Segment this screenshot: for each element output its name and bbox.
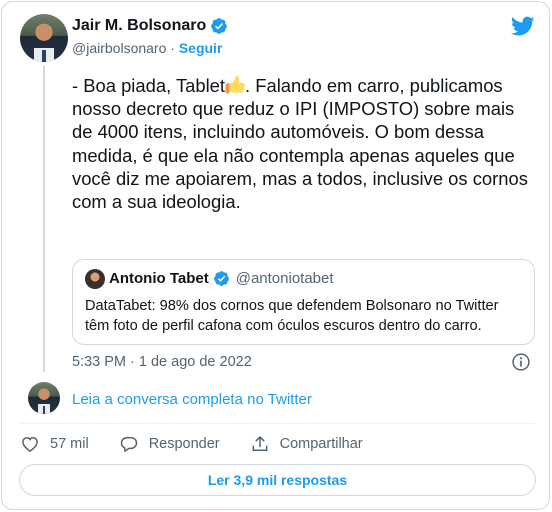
tweet-text-part-1: - Boa piada, Tablet bbox=[72, 75, 226, 96]
author-avatar[interactable] bbox=[20, 14, 68, 62]
reply-button[interactable]: Responder bbox=[119, 434, 220, 454]
quoted-author-handle: @antoniotabet bbox=[235, 270, 334, 287]
reply-avatar[interactable] bbox=[28, 382, 60, 414]
share-button[interactable]: Compartilhar bbox=[250, 434, 363, 454]
quoted-author-name[interactable]: Antonio Tabet bbox=[109, 270, 209, 287]
reply-icon bbox=[120, 437, 137, 452]
read-replies-button[interactable]: Ler 3,9 mil respostas bbox=[19, 464, 536, 496]
thumbs-up-icon bbox=[225, 75, 246, 94]
quoted-author-row: Antonio Tabet @antoniotabet bbox=[109, 270, 334, 287]
reply-label: Responder bbox=[148, 436, 220, 452]
twitter-bird-icon[interactable] bbox=[511, 14, 535, 38]
divider bbox=[20, 423, 534, 424]
author-name-row[interactable]: Jair M. Bolsonaro bbox=[72, 17, 228, 35]
tweet-timestamp[interactable]: 5:33 PM · 1 de ago de 2022 bbox=[72, 354, 252, 370]
embedded-tweet-card: Jair M. Bolsonaro @jairbolsonaro · Segui… bbox=[1, 1, 550, 510]
quoted-tweet[interactable]: Antonio Tabet @antoniotabet DataTabet: 9… bbox=[72, 259, 535, 345]
share-label: Compartilhar bbox=[279, 436, 363, 452]
action-bar: 57 mil Responder Compartilhar bbox=[20, 434, 363, 454]
tweet-text: - Boa piada, Tablet . Falando em carro, … bbox=[72, 74, 532, 213]
info-icon[interactable] bbox=[511, 352, 531, 372]
heart-icon bbox=[22, 436, 38, 452]
follow-button[interactable]: Seguir bbox=[179, 40, 223, 56]
quoted-tweet-text: DataTabet: 98% dos cornos que defendem B… bbox=[85, 298, 499, 334]
share-icon bbox=[252, 436, 268, 451]
author-name[interactable]: Jair M. Bolsonaro bbox=[72, 17, 206, 35]
thread-line bbox=[43, 66, 45, 372]
like-button[interactable]: 57 mil bbox=[20, 434, 89, 454]
author-handle-row: @jairbolsonaro · Seguir bbox=[72, 40, 222, 56]
like-count: 57 mil bbox=[50, 436, 89, 452]
verified-badge-icon bbox=[211, 18, 228, 34]
separator: · bbox=[170, 40, 175, 56]
quoted-author-avatar[interactable] bbox=[85, 269, 105, 289]
read-conversation-link[interactable]: Leia a conversa completa no Twitter bbox=[72, 391, 312, 408]
verified-badge-icon bbox=[213, 271, 229, 286]
author-handle[interactable]: @jairbolsonaro bbox=[72, 40, 166, 56]
